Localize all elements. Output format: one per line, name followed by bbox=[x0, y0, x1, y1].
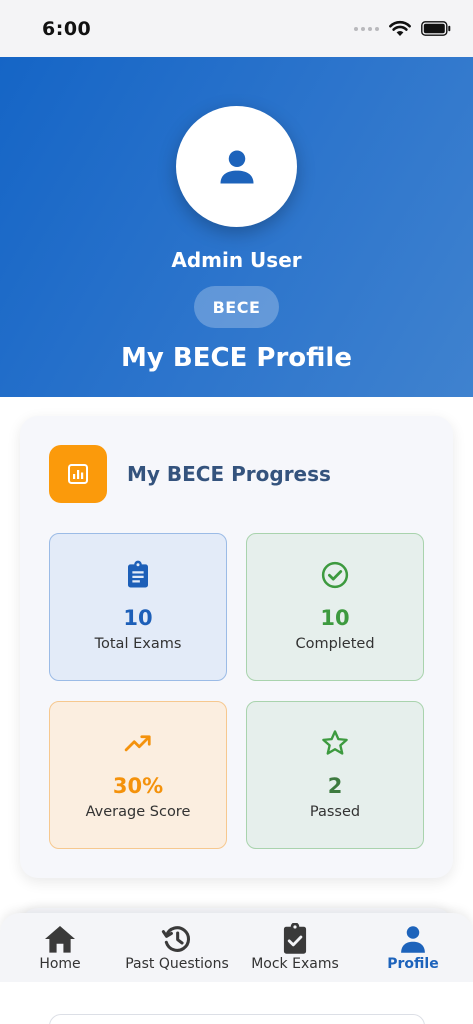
nav-label: Mock Exams bbox=[251, 956, 339, 972]
clipboard-icon bbox=[128, 560, 148, 588]
star-outline-icon bbox=[322, 730, 348, 755]
stat-value: 30% bbox=[112, 774, 164, 798]
signal-icon bbox=[354, 26, 379, 31]
status-icons bbox=[354, 20, 451, 37]
stat-label: Total Exams bbox=[94, 636, 182, 652]
stat-label: Completed bbox=[295, 636, 375, 652]
user-name: Admin User bbox=[171, 248, 302, 272]
nav-label: Profile bbox=[387, 956, 439, 972]
person-icon bbox=[401, 926, 425, 953]
check-circle-icon bbox=[321, 561, 349, 589]
nav-profile[interactable]: Profile bbox=[373, 913, 453, 982]
page-title: My BECE Profile bbox=[121, 343, 352, 373]
progress-title: My BECE Progress bbox=[127, 462, 331, 486]
clipboard-check-icon bbox=[283, 923, 307, 954]
next-section-card bbox=[49, 1014, 425, 1024]
stat-completed[interactable]: 10 Completed bbox=[246, 533, 424, 681]
stat-value: 10 bbox=[320, 606, 350, 630]
nav-label: Home bbox=[39, 956, 81, 972]
nav-home[interactable]: Home bbox=[20, 913, 100, 982]
progress-card: My BECE Progress 10 Total Exams 10 Compl… bbox=[20, 416, 453, 878]
home-icon bbox=[45, 926, 75, 953]
wifi-icon bbox=[389, 20, 411, 36]
stat-label: Average Score bbox=[85, 804, 191, 820]
stat-average-score[interactable]: 30% Average Score bbox=[49, 701, 227, 849]
person-icon bbox=[220, 150, 253, 183]
stat-total-exams[interactable]: 10 Total Exams bbox=[49, 533, 227, 681]
profile-header: Admin User BECE My BECE Profile bbox=[0, 57, 473, 397]
bottom-nav: Home Past Questions Mock Exams Profile bbox=[0, 913, 473, 982]
stat-passed[interactable]: 2 Passed bbox=[246, 701, 424, 849]
trending-up-icon bbox=[124, 735, 151, 752]
nav-past-questions[interactable]: Past Questions bbox=[117, 913, 237, 982]
status-time: 6:00 bbox=[42, 18, 92, 40]
avatar[interactable] bbox=[176, 106, 297, 227]
history-icon bbox=[161, 926, 191, 952]
stat-label: Passed bbox=[309, 804, 361, 820]
nav-mock-exams[interactable]: Mock Exams bbox=[245, 913, 345, 982]
stat-value: 10 bbox=[123, 606, 153, 630]
analytics-icon bbox=[49, 445, 107, 503]
battery-icon bbox=[421, 21, 451, 36]
status-bar: 6:00 bbox=[0, 0, 473, 57]
stat-value: 2 bbox=[327, 774, 343, 798]
nav-label: Past Questions bbox=[125, 956, 229, 972]
level-badge: BECE bbox=[194, 286, 279, 328]
